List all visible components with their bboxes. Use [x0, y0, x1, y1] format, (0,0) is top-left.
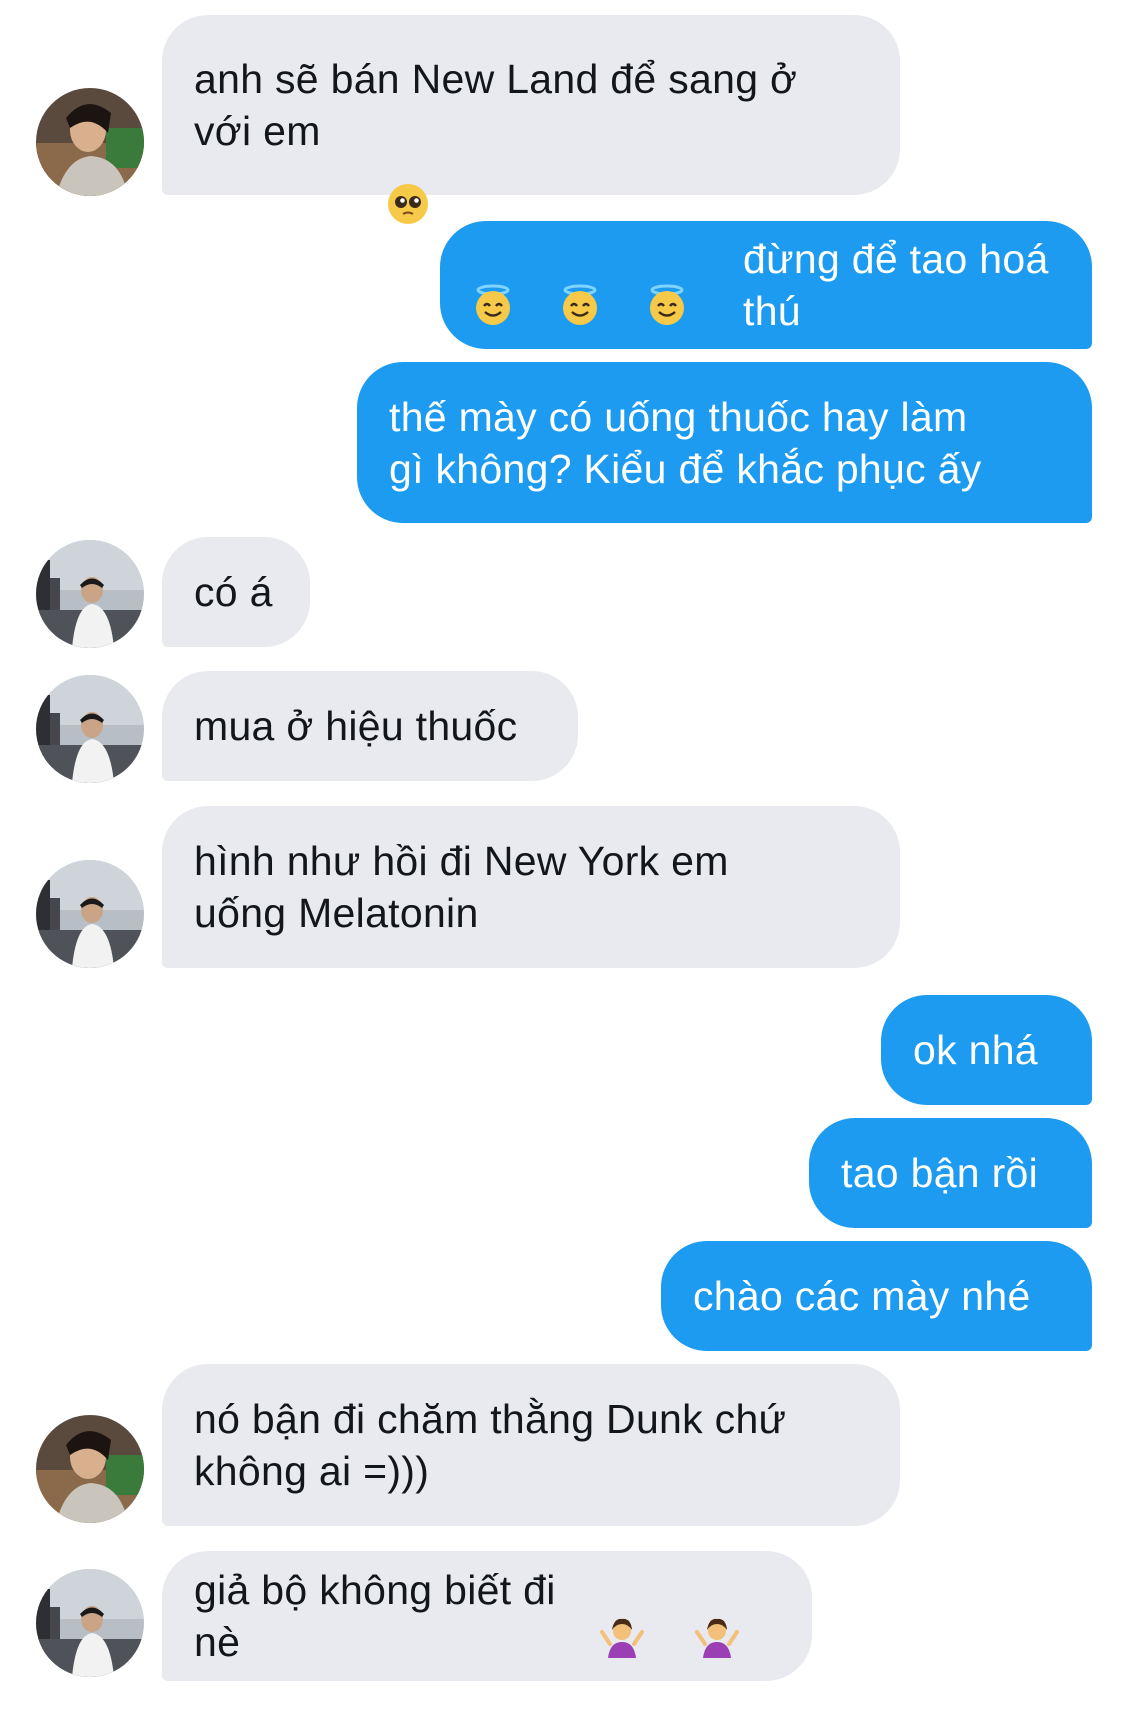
smiling-halo-face-icon [472, 180, 547, 390]
message-bubble-incoming[interactable]: giả bộ không biết đi nè [162, 1551, 812, 1681]
message-text: chào các mày nhé [693, 1273, 1031, 1319]
message-bubble-incoming[interactable]: hình như hồi đi New York em uống Melaton… [162, 806, 900, 968]
message-bubble-outgoing[interactable]: ok nhá [881, 995, 1092, 1105]
message-text: đừng để tao hoá thú [743, 236, 1061, 334]
message-text: mua ở hiệu thuốc [194, 703, 518, 749]
message-bubble-outgoing[interactable]: chào các mày nhé [661, 1241, 1092, 1351]
smiling-halo-face-icon [559, 180, 634, 390]
person-shrugging-icon [600, 1510, 685, 1722]
message-text: anh sẽ bán New Land để sang ở với em [194, 56, 798, 154]
message-bubble-outgoing[interactable]: tao bận rồi [809, 1118, 1092, 1228]
message-text: hình như hồi đi New York em uống Melaton… [194, 838, 729, 936]
avatar[interactable] [36, 88, 144, 196]
message-text: giả bộ không biết đi nè [194, 1567, 568, 1665]
avatar[interactable] [36, 540, 144, 648]
message-text: ok nhá [913, 1027, 1038, 1073]
avatar[interactable] [36, 1569, 144, 1677]
avatar[interactable] [36, 860, 144, 968]
message-text: có á [194, 569, 273, 615]
message-bubble-outgoing[interactable]: đừng để tao hoá thú [440, 221, 1092, 349]
message-text: nó bận đi chăm thằng Dunk chứ không ai =… [194, 1396, 787, 1494]
smiling-halo-face-icon [646, 180, 721, 390]
message-bubble-outgoing[interactable]: thế mày có uống thuốc hay làm gì không? … [357, 362, 1092, 523]
message-bubble-incoming[interactable]: mua ở hiệu thuốc [162, 671, 578, 781]
avatar[interactable] [36, 675, 144, 783]
message-text: tao bận rồi [841, 1150, 1039, 1196]
message-text: thế mày có uống thuốc hay làm gì không? … [389, 393, 982, 492]
message-bubble-incoming[interactable]: nó bận đi chăm thằng Dunk chứ không ai =… [162, 1364, 900, 1526]
avatar[interactable] [36, 1415, 144, 1523]
message-bubble-incoming[interactable]: có á [162, 537, 310, 647]
person-shrugging-icon [695, 1510, 780, 1722]
pleading-face-icon [340, 131, 429, 289]
message-bubble-incoming[interactable]: anh sẽ bán New Land để sang ở với em [162, 15, 900, 224]
